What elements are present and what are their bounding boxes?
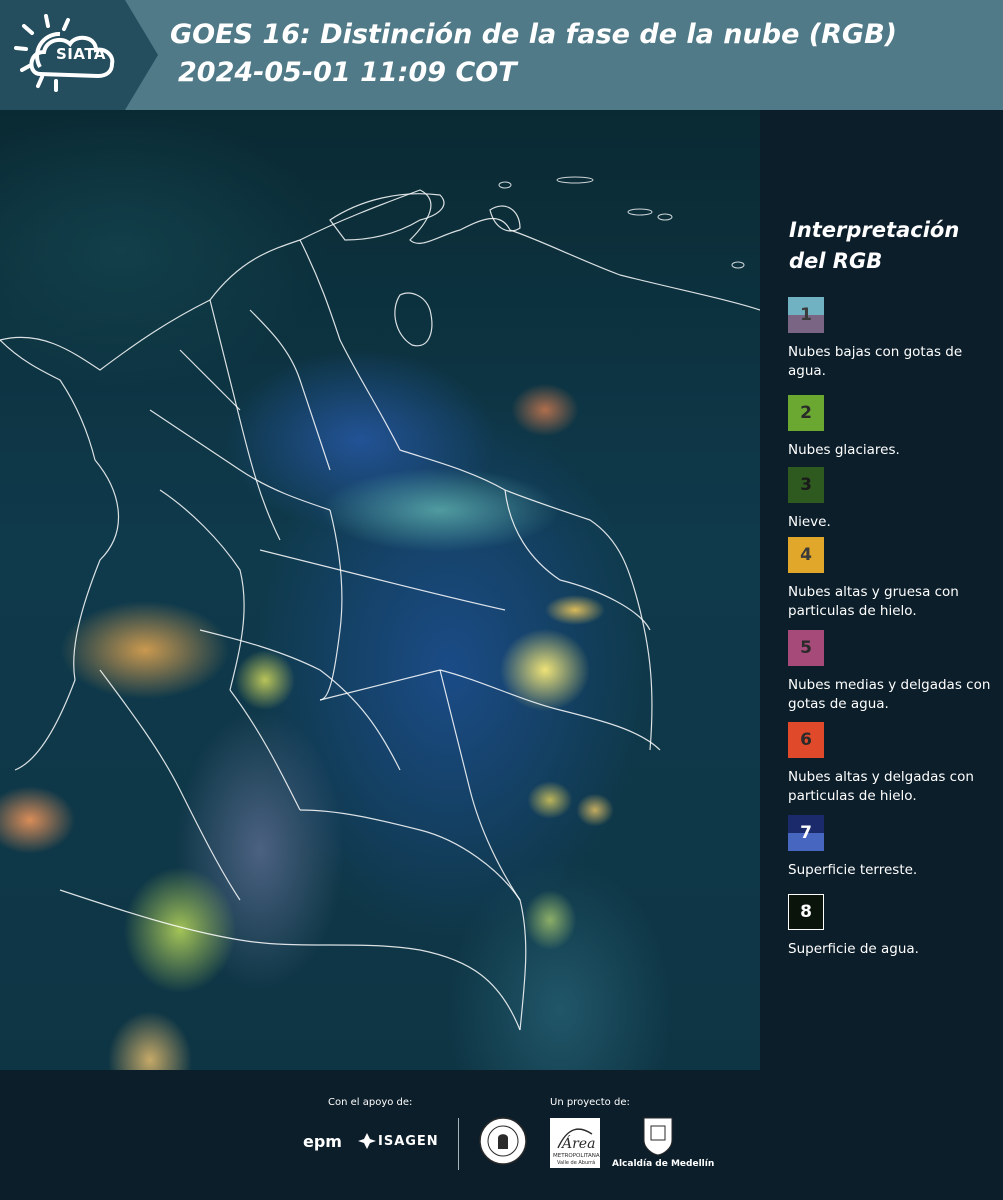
border-south-1 xyxy=(319,669,661,751)
legend-number: 1 xyxy=(800,305,812,325)
footer: Con el apoyo de: Un proyecto de: epm ISA… xyxy=(0,1070,1003,1200)
legend-number: 6 xyxy=(800,730,812,750)
legend-item-1: 1 Nubes bajas con gotas de agua. xyxy=(788,297,1000,381)
header: SIATA GOES 16: Distinción de la fase de … xyxy=(0,0,1003,110)
legend-number: 7 xyxy=(800,823,812,843)
legend-label: Nieve. xyxy=(788,514,831,530)
legend-swatch-2: 2 xyxy=(788,395,824,431)
legend-label: Nubes altas y gruesa con particulas de h… xyxy=(788,584,959,619)
border-colombia-venezuela xyxy=(299,239,653,751)
legend-label: Superficie de agua. xyxy=(788,941,919,957)
isagen-mark-icon xyxy=(358,1133,376,1149)
guajira-peninsula xyxy=(329,193,445,241)
epm-logo: epm xyxy=(303,1132,342,1151)
border-peru-ecuador xyxy=(59,889,521,1031)
legend-item-4: 4 Nubes altas y gruesa con particulas de … xyxy=(788,537,1000,621)
dept-line-4 xyxy=(259,549,506,611)
legend-number: 3 xyxy=(800,475,812,495)
legend-item-7: 7 Superficie terreste. xyxy=(788,815,1000,880)
area-metropolitana-logo-icon: Área METROPOLITANA Valle de Aburrá xyxy=(550,1118,600,1168)
legend-item-5: 5 Nubes medias y delgadas con gotas de ag… xyxy=(788,630,1000,714)
legend-title: Interpretación del RGB xyxy=(789,218,960,273)
legend-item-3: 3 Nieve. xyxy=(788,467,1000,532)
legend-item-2: 2 Nubes glaciares. xyxy=(788,395,1000,460)
legend-number: 2 xyxy=(800,403,812,423)
project-label: Un proyecto de: xyxy=(550,1097,630,1108)
dept-line-5 xyxy=(199,629,401,771)
legend-label: Superficie terreste. xyxy=(788,862,918,878)
dept-line-9 xyxy=(249,309,331,471)
dept-line-7 xyxy=(229,689,301,811)
alcaldia-shield-icon xyxy=(643,1117,673,1156)
area-logo-sub2: Valle de Aburrá xyxy=(557,1159,595,1166)
legend-panel: Interpretación del RGB 1 Nubes bajas con … xyxy=(760,110,1003,1070)
island-3 xyxy=(657,213,673,221)
dept-line-3 xyxy=(159,489,245,691)
legend-label: Nubes altas y delgadas con particulas de… xyxy=(788,769,974,804)
border-south-3 xyxy=(299,809,521,901)
legend-swatch-5: 5 xyxy=(788,630,824,666)
legend-number: 4 xyxy=(800,545,812,565)
border-east xyxy=(504,489,651,631)
coastline-north xyxy=(0,189,760,371)
legend-label: Nubes medias y delgadas con gotas de agu… xyxy=(788,677,991,712)
legend-item-6: 6 Nubes altas y delgadas con particulas d… xyxy=(788,722,1000,806)
legend-label: Nubes bajas con gotas de agua. xyxy=(788,344,963,379)
support-label: Con el apoyo de: xyxy=(328,1097,413,1108)
legend-label: Nubes glaciares. xyxy=(788,442,900,458)
footer-divider xyxy=(458,1118,459,1170)
title-line-2: 2024-05-01 11:09 COT xyxy=(178,57,517,88)
map-boundaries xyxy=(0,176,760,1031)
legend-item-8: 8 Superficie de agua. xyxy=(788,894,1000,959)
title-line-1: GOES 16: Distinción de la fase de la nub… xyxy=(170,19,897,50)
island-1 xyxy=(556,176,594,184)
island-5 xyxy=(498,181,512,189)
legend-swatch-3: 3 xyxy=(788,467,824,503)
legend-swatch-6: 6 xyxy=(788,722,824,758)
lake-maracaibo xyxy=(394,292,433,347)
legend-swatch-1: 1 xyxy=(788,297,824,333)
legend-number: 8 xyxy=(800,902,812,922)
isagen-logo: ISAGEN xyxy=(378,1134,439,1149)
dept-line-10 xyxy=(179,349,241,411)
page-title: GOES 16: Distinción de la fase de la nub… xyxy=(170,16,897,92)
area-logo-title: Área xyxy=(560,1134,595,1152)
legend-swatch-7: 7 xyxy=(788,815,824,851)
island-2 xyxy=(627,208,653,216)
alcaldia-label: Alcaldía de Medellín xyxy=(612,1159,715,1169)
island-4 xyxy=(731,261,745,269)
dept-line-1 xyxy=(209,299,281,541)
legend-number: 5 xyxy=(800,638,812,658)
dept-line-6 xyxy=(99,669,241,901)
dept-line-8 xyxy=(319,509,343,701)
legend-swatch-4: 4 xyxy=(788,537,824,573)
coastline-pacific xyxy=(14,459,120,771)
dept-line-2 xyxy=(149,409,331,511)
satellite-map xyxy=(0,110,760,1070)
legend-swatch-8: 8 xyxy=(788,894,824,930)
logo-text: SIATA xyxy=(56,45,107,63)
medellin-seal-icon xyxy=(479,1117,527,1165)
area-logo-sub1: METROPOLITANA xyxy=(553,1153,600,1159)
